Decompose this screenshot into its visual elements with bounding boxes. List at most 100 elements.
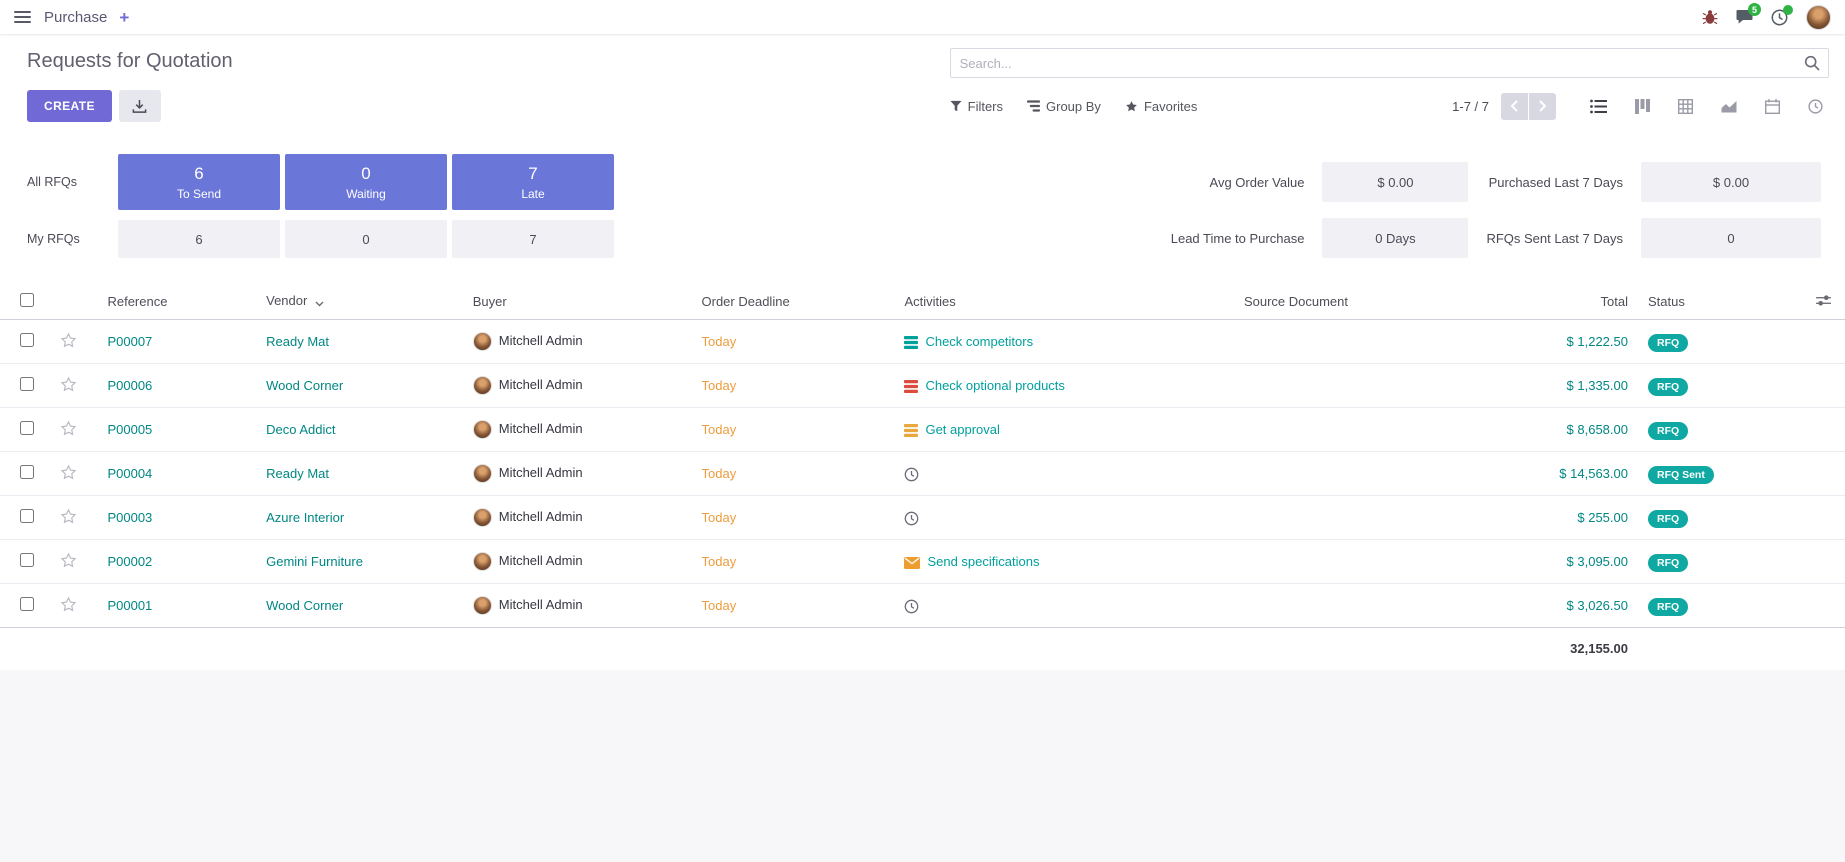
search-input[interactable] [950,48,1829,78]
graph-view-icon[interactable] [1721,99,1737,113]
stat-label: Purchased Last 7 Days [1486,175,1623,190]
filters-button[interactable]: Filters [950,99,1003,114]
favorites-button[interactable]: Favorites [1125,99,1197,114]
order-deadline-text: Today [702,422,737,437]
reference-link[interactable]: P00007 [107,334,152,349]
pager-next-button[interactable] [1529,93,1556,120]
activity-clock-icon[interactable] [904,511,919,526]
status-badge: RFQ [1648,598,1688,616]
row-checkbox[interactable] [20,553,34,567]
reference-link[interactable]: P00006 [107,378,152,393]
status-badge: RFQ [1648,334,1688,352]
table-row[interactable]: P00001Wood CornerMitchell AdminToday$ 3,… [0,584,1845,628]
app-name[interactable]: Purchase [44,9,107,26]
table-row[interactable]: P00002Gemini FurnitureMitchell AdminToda… [0,540,1845,584]
vendor-link[interactable]: Deco Addict [266,422,335,437]
select-all-checkbox[interactable] [20,293,34,307]
tile-to-send[interactable]: 6 To Send [118,154,280,210]
activity-list-icon[interactable] [904,336,918,349]
activity-view-icon[interactable] [1808,99,1823,114]
total-amount: $ 1,335.00 [1470,364,1642,408]
favorite-star-icon[interactable] [60,552,77,569]
topbar: Purchase + 5 [0,0,1845,34]
apps-menu-icon[interactable] [14,11,31,23]
reference-link[interactable]: P00001 [107,598,152,613]
activity-link[interactable]: Send specifications [927,554,1039,569]
column-header-reference[interactable]: Reference [101,284,260,320]
vendor-link[interactable]: Wood Corner [266,598,343,613]
favorite-star-icon[interactable] [60,508,77,525]
activity-mail-icon[interactable] [904,557,920,569]
row-checkbox[interactable] [20,377,34,391]
my-to-send-count[interactable]: 6 [118,220,280,258]
reference-link[interactable]: P00003 [107,510,152,525]
pager: 1-7 / 7 [1452,99,1489,114]
row-checkbox[interactable] [20,509,34,523]
row-checkbox[interactable] [20,597,34,611]
activity-link[interactable]: Check competitors [925,334,1033,349]
column-header-source-document[interactable]: Source Document [1238,284,1470,320]
column-header-vendor[interactable]: Vendor [260,284,467,320]
messages-badge: 5 [1748,3,1761,16]
table-row[interactable]: P00005Deco AddictMitchell AdminTodayGet … [0,408,1845,452]
column-header-total[interactable]: Total [1470,284,1642,320]
kanban-view-icon[interactable] [1635,99,1650,114]
table-row[interactable]: P00003Azure InteriorMitchell AdminToday$… [0,496,1845,540]
column-header-status[interactable]: Status [1642,284,1780,320]
column-header-buyer[interactable]: Buyer [467,284,696,320]
activity-link[interactable]: Check optional products [925,378,1064,393]
tile-late[interactable]: 7 Late [452,154,614,210]
favorite-star-icon[interactable] [60,420,77,437]
favorite-star-icon[interactable] [60,332,77,349]
status-badge: RFQ [1648,378,1688,396]
activity-clock-icon[interactable] [904,599,919,614]
reference-link[interactable]: P00005 [107,422,152,437]
row-checkbox[interactable] [20,421,34,435]
vendor-link[interactable]: Ready Mat [266,466,329,481]
calendar-view-icon[interactable] [1765,99,1780,114]
vendor-link[interactable]: Ready Mat [266,334,329,349]
row-checkbox[interactable] [20,465,34,479]
pager-previous-button[interactable] [1501,93,1528,120]
debug-bug-icon[interactable] [1702,9,1718,25]
favorite-star-icon[interactable] [60,376,77,393]
activities-icon[interactable] [1771,9,1788,26]
vendor-link[interactable]: Wood Corner [266,378,343,393]
reference-link[interactable]: P00004 [107,466,152,481]
user-avatar[interactable] [1806,5,1831,30]
table-footer-row: 32,155.00 [0,628,1845,670]
vendor-link[interactable]: Gemini Furniture [266,554,363,569]
activity-link[interactable]: Get approval [925,422,999,437]
group-by-button[interactable]: Group By [1027,99,1101,114]
messages-icon[interactable]: 5 [1736,9,1753,25]
vendor-link[interactable]: Azure Interior [266,510,344,525]
export-button[interactable] [119,90,161,122]
activity-list-icon[interactable] [904,424,918,437]
pivot-view-icon[interactable] [1678,99,1693,114]
source-document [1238,408,1470,452]
activity-clock-icon[interactable] [904,467,919,482]
favorite-star-icon[interactable] [60,596,77,613]
status-badge: RFQ [1648,554,1688,572]
my-late-count[interactable]: 7 [452,220,614,258]
column-header-order-deadline[interactable]: Order Deadline [696,284,899,320]
create-button[interactable]: CREATE [27,90,112,122]
activities-badge [1783,5,1793,15]
table-row[interactable]: P00004Ready MatMitchell AdminToday$ 14,5… [0,452,1845,496]
buyer-avatar [473,376,492,395]
reference-link[interactable]: P00002 [107,554,152,569]
table-row[interactable]: P00007Ready MatMitchell AdminTodayCheck … [0,320,1845,364]
row-checkbox[interactable] [20,333,34,347]
search-icon[interactable] [1804,55,1820,74]
table-row[interactable]: P00006Wood CornerMitchell AdminTodayChec… [0,364,1845,408]
my-waiting-count[interactable]: 0 [285,220,447,258]
main-content: Requests for Quotation CREATE Filters [0,34,1845,670]
add-tab-icon[interactable]: + [119,9,129,26]
rfq-table: Reference Vendor Buyer Order Deadline Ac… [0,284,1845,670]
optional-columns-icon[interactable] [1816,294,1831,307]
favorite-star-icon[interactable] [60,464,77,481]
column-header-activities[interactable]: Activities [898,284,1237,320]
tile-waiting[interactable]: 0 Waiting [285,154,447,210]
activity-list-icon[interactable] [904,380,918,393]
list-view-icon[interactable] [1590,99,1607,114]
